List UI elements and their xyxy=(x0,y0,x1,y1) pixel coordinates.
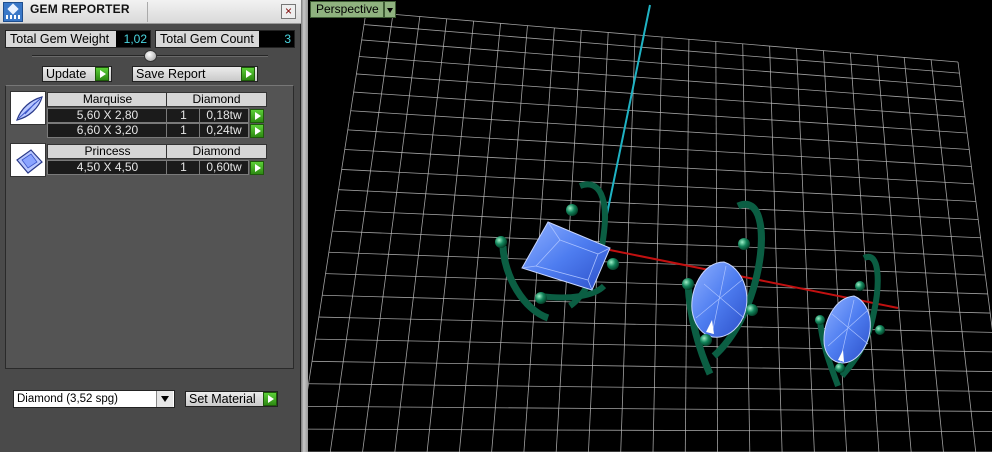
marquise-gem-icon xyxy=(10,91,46,125)
select-gem-go-icon[interactable] xyxy=(250,124,264,138)
grid-line xyxy=(308,405,992,412)
set-material-label: Set Material xyxy=(189,392,256,406)
ground-grid xyxy=(308,11,992,452)
marquise-ring-model-large xyxy=(682,200,765,376)
gem-weight-cell: 0,60tw xyxy=(199,160,249,175)
view-mode-dropdown[interactable]: Perspective xyxy=(310,1,384,18)
princess-gem-icon xyxy=(10,143,46,177)
grid-line xyxy=(308,428,992,433)
material-select[interactable]: Diamond (3,52 spg) xyxy=(13,390,175,408)
window-title: GEM REPORTER xyxy=(30,2,130,16)
update-label: Update xyxy=(46,67,87,81)
close-button[interactable]: × xyxy=(281,4,296,19)
gem-qty-cell: 1 xyxy=(166,108,201,123)
update-go-icon[interactable] xyxy=(95,67,109,81)
save-report-go-icon[interactable] xyxy=(241,67,255,81)
grid-line xyxy=(715,41,718,452)
app-root: GEM REPORTER × Total Gem Weight 1,02 Tot… xyxy=(0,0,992,452)
gem-reporter-panel: GEM REPORTER × Total Gem Weight 1,02 Tot… xyxy=(0,0,301,452)
total-gem-count-value: 3 xyxy=(259,31,294,47)
grid-line xyxy=(620,34,636,452)
gem-weight-cell: 0,24tw xyxy=(199,123,249,138)
select-gem-go-icon[interactable] xyxy=(250,109,264,123)
viewport-scene xyxy=(308,4,992,452)
grid-line xyxy=(308,383,992,392)
gem-weight-cell: 0,18tw xyxy=(199,108,249,123)
gem-size-cell: 4,50 X 4,50 xyxy=(47,160,168,175)
gem-size-cell: 5,60 X 2,80 xyxy=(47,108,168,123)
gem-qty-cell: 1 xyxy=(166,160,201,175)
chevron-down-icon[interactable] xyxy=(384,1,396,18)
panel-splitter[interactable] xyxy=(301,0,308,452)
title-separator xyxy=(147,2,148,22)
grid-line xyxy=(957,61,992,331)
grid-line xyxy=(823,50,848,452)
gem-size-cell: 6,60 X 3,20 xyxy=(47,123,168,138)
total-gem-weight-value: 1,02 xyxy=(116,31,150,47)
gem-shape-marquise: Marquise xyxy=(47,92,168,107)
grid-line xyxy=(652,36,663,452)
save-report-button[interactable]: Save Report xyxy=(132,66,258,82)
chevron-down-icon[interactable] xyxy=(156,391,173,407)
grid-line xyxy=(315,338,992,353)
slider-handle[interactable] xyxy=(143,50,157,62)
select-gem-go-icon[interactable] xyxy=(250,161,264,175)
gem-material-marquise: Diamond xyxy=(166,92,267,107)
grid-line xyxy=(312,360,992,372)
gem-material-princess: Diamond xyxy=(166,144,267,159)
view-mode-label: Perspective xyxy=(316,2,379,16)
set-material-go-icon[interactable] xyxy=(263,392,277,406)
gem-qty-cell: 1 xyxy=(166,123,201,138)
gem-shape-princess: Princess xyxy=(47,144,168,159)
perspective-viewport[interactable] xyxy=(308,0,992,452)
grid-line xyxy=(684,39,690,452)
marquise-ring-model-small xyxy=(815,253,885,388)
save-report-label: Save Report xyxy=(136,67,206,81)
grid-line xyxy=(796,48,815,452)
material-select-value: Diamond (3,52 spg) xyxy=(17,393,118,405)
close-icon: × xyxy=(284,4,292,18)
gem-reporter-app-icon xyxy=(3,2,23,22)
grid-line xyxy=(769,46,783,452)
title-bar[interactable]: GEM REPORTER × xyxy=(0,0,301,24)
